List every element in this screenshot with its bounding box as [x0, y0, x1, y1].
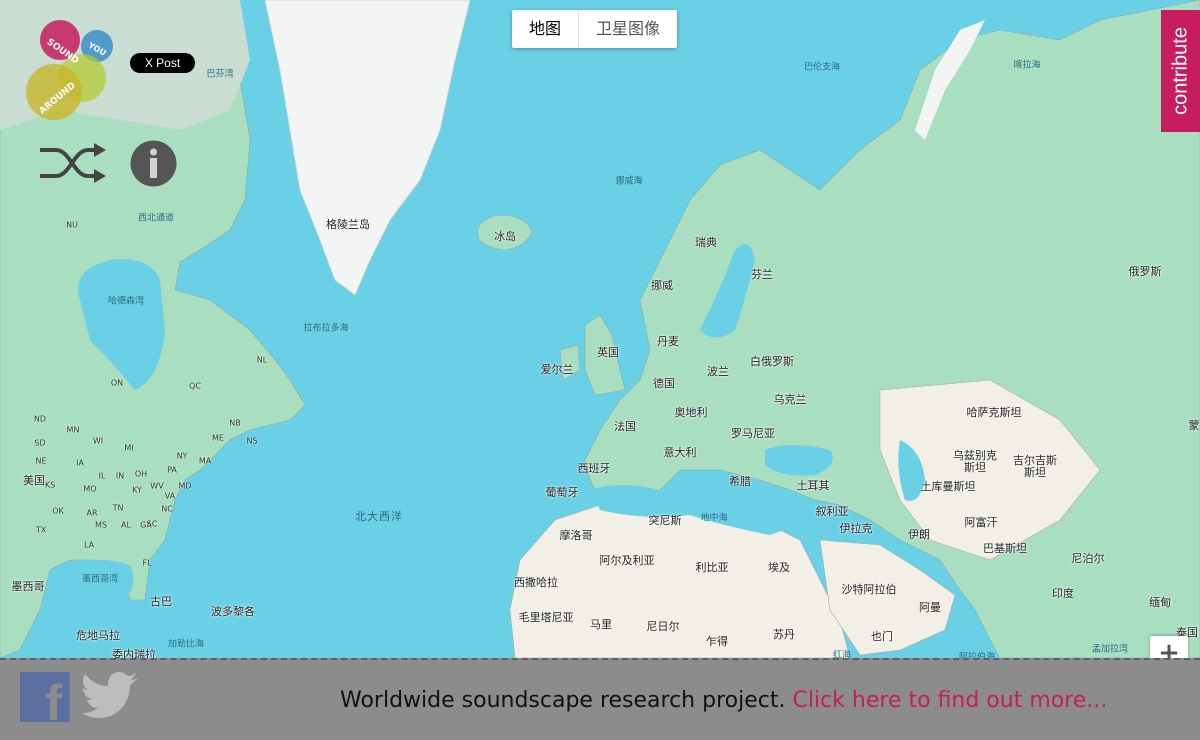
footer-tagline: Worldwide soundscape research project. C…: [340, 688, 1107, 713]
twitter-icon: [82, 672, 138, 718]
x-post-button[interactable]: X Post: [130, 53, 195, 73]
zoom-in-button[interactable]: +: [1150, 636, 1188, 660]
info-button[interactable]: [130, 140, 177, 187]
sound-around-you-logo[interactable]: SOUND YOU AROUND: [22, 18, 122, 123]
twitter-button[interactable]: [82, 672, 140, 722]
map-canvas[interactable]: [0, 0, 1200, 658]
map-type-control: 地图 卫星图像: [512, 10, 678, 48]
shuffle-icon: [40, 143, 106, 183]
shuffle-button[interactable]: [38, 140, 108, 186]
map-type-map-button[interactable]: 地图: [512, 10, 580, 48]
find-out-more-link[interactable]: Click here to find out more...: [792, 688, 1107, 713]
world-map[interactable]: 格陵兰岛 冰岛 瑞典 芬兰 挪威 俄罗斯 丹麦 英国 爱尔兰 德国 波兰 白俄罗…: [0, 0, 1200, 658]
facebook-button[interactable]: f: [20, 672, 70, 728]
footer-bar: f Worldwide soundscape research project.…: [0, 658, 1200, 740]
contribute-label: contribute: [1169, 27, 1191, 115]
tagline-text: Worldwide soundscape research project.: [340, 688, 786, 713]
info-icon: [130, 140, 177, 187]
facebook-icon: f: [45, 675, 62, 731]
black-sea: [765, 445, 833, 476]
map-type-satellite-button[interactable]: 卫星图像: [579, 10, 677, 48]
contribute-tab[interactable]: contribute: [1161, 10, 1200, 132]
logo-icon: SOUND YOU AROUND: [26, 20, 113, 120]
